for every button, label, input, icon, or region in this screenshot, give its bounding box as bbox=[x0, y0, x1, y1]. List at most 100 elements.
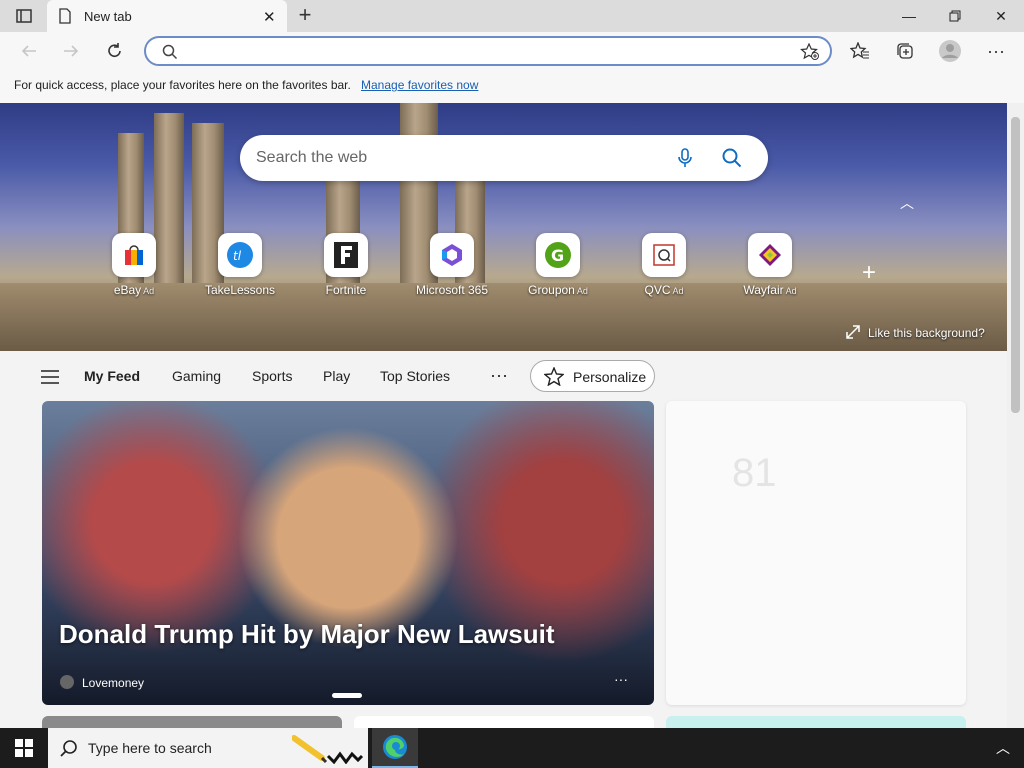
favorites-button[interactable] bbox=[845, 37, 875, 65]
personalize-button[interactable]: Personalize bbox=[530, 360, 655, 392]
svg-text:tl: tl bbox=[233, 249, 242, 263]
tab-sports[interactable]: Sports bbox=[252, 368, 292, 384]
close-window-button[interactable]: ✕ bbox=[978, 0, 1024, 32]
new-tab-button[interactable]: + bbox=[292, 4, 318, 28]
tab-top-stories[interactable]: Top Stories bbox=[380, 368, 450, 384]
close-tab-icon[interactable]: ✕ bbox=[263, 8, 276, 26]
like-background-button[interactable]: Like this background? bbox=[846, 325, 985, 340]
expand-icon bbox=[846, 325, 860, 339]
add-favorite-icon[interactable] bbox=[800, 43, 820, 61]
svg-text:G: G bbox=[551, 246, 564, 265]
start-button[interactable] bbox=[0, 728, 48, 768]
collections-button[interactable] bbox=[890, 37, 920, 65]
feed-navigation: My Feed Gaming Sports Play Top Stories ·… bbox=[0, 351, 1007, 401]
quick-link-microsoft-365[interactable]: Microsoft 365 bbox=[407, 233, 497, 297]
article-card[interactable] bbox=[666, 716, 966, 728]
tab-gaming[interactable]: Gaming bbox=[172, 368, 221, 384]
fortnite-icon bbox=[334, 242, 358, 268]
back-button[interactable] bbox=[14, 37, 44, 65]
tab-actions-icon bbox=[16, 9, 32, 23]
collections-icon bbox=[897, 43, 913, 59]
web-search-box[interactable] bbox=[240, 135, 768, 181]
windows-logo-icon bbox=[15, 739, 33, 757]
search-icon bbox=[60, 740, 77, 757]
page-scrollbar[interactable] bbox=[1007, 103, 1024, 728]
taskbar-search-box[interactable] bbox=[48, 728, 368, 768]
address-toolbar: ··· bbox=[0, 32, 1024, 70]
quick-link-ebay[interactable]: eBay Ad bbox=[89, 233, 179, 297]
add-site-icon[interactable]: + bbox=[862, 259, 876, 287]
tab-my-feed[interactable]: My Feed bbox=[84, 368, 140, 384]
show-hidden-icons-icon[interactable]: ︿ bbox=[996, 738, 1010, 758]
quick-link-qvc[interactable]: QVC Ad bbox=[619, 233, 709, 297]
settings-more-button[interactable]: ··· bbox=[981, 37, 1011, 65]
quick-link-label: QVC bbox=[644, 283, 671, 297]
quick-link-label: Fortnite bbox=[325, 283, 367, 297]
microphone-icon[interactable] bbox=[678, 148, 692, 168]
personalize-label: Personalize bbox=[573, 369, 647, 385]
quick-link-takelessons[interactable]: tl TakeLessons bbox=[195, 233, 285, 297]
personalize-star-icon bbox=[544, 367, 564, 386]
quick-link-label: Microsoft 365 bbox=[415, 283, 489, 297]
tab-new-tab[interactable]: New tab ✕ bbox=[47, 0, 287, 32]
web-search-input[interactable] bbox=[256, 148, 656, 168]
profile-button[interactable] bbox=[935, 37, 965, 65]
favorites-bar: For quick access, place your favorites h… bbox=[0, 70, 1024, 103]
restore-icon bbox=[949, 10, 961, 22]
search-highlight-doodle-icon bbox=[292, 735, 364, 764]
address-input[interactable] bbox=[186, 42, 786, 62]
takelessons-icon: tl bbox=[227, 242, 253, 268]
ad-badge: Ad bbox=[785, 286, 797, 296]
back-arrow-icon bbox=[21, 45, 36, 57]
more-tabs-icon[interactable]: ··· bbox=[490, 365, 508, 386]
minimize-button[interactable]: — bbox=[886, 0, 932, 32]
microsoft-365-icon bbox=[442, 244, 462, 266]
menu-icon[interactable] bbox=[41, 370, 59, 384]
article-more-icon[interactable]: ··· bbox=[614, 671, 628, 687]
weather-temperature: 81 bbox=[732, 451, 777, 495]
quick-link-wayfair[interactable]: Wayfair Ad bbox=[725, 233, 815, 297]
edge-icon bbox=[383, 735, 407, 759]
article-headline[interactable]: Donald Trump Hit by Major New Lawsuit bbox=[59, 619, 555, 650]
refresh-button[interactable] bbox=[100, 37, 130, 65]
qvc-icon bbox=[653, 244, 675, 266]
source-logo bbox=[60, 675, 74, 689]
tab-play[interactable]: Play bbox=[323, 368, 350, 384]
manage-favorites-link[interactable]: Manage favorites now bbox=[361, 78, 478, 92]
address-bar[interactable] bbox=[144, 36, 832, 66]
carousel-indicator[interactable] bbox=[332, 693, 362, 698]
tab-actions-button[interactable] bbox=[10, 6, 38, 26]
weather-card[interactable]: 81 bbox=[666, 401, 966, 705]
ebay-bag-icon bbox=[125, 245, 143, 265]
forward-button[interactable] bbox=[56, 37, 86, 65]
taskbar-edge-button[interactable] bbox=[372, 728, 418, 768]
scrollbar-thumb[interactable] bbox=[1011, 117, 1020, 413]
quick-link-groupon[interactable]: G Groupon Ad bbox=[513, 233, 603, 297]
collapse-quick-links-icon[interactable]: ︿ bbox=[900, 193, 914, 213]
forward-arrow-icon bbox=[64, 45, 79, 57]
featured-article-card[interactable]: Donald Trump Hit by Major New Lawsuit Lo… bbox=[42, 401, 654, 705]
ad-badge: Ad bbox=[143, 286, 155, 296]
article-card[interactable] bbox=[42, 716, 342, 728]
wayfair-icon bbox=[759, 244, 781, 266]
ad-badge: Ad bbox=[576, 286, 588, 296]
avatar-icon bbox=[939, 40, 961, 62]
page-icon bbox=[59, 8, 71, 24]
taskbar: ︿ bbox=[0, 728, 1024, 768]
quick-link-label: TakeLessons bbox=[204, 283, 276, 297]
groupon-icon: G bbox=[545, 242, 571, 268]
article-source: Lovemoney bbox=[82, 676, 145, 690]
favorites-icon bbox=[850, 42, 869, 59]
taskbar-search-input[interactable] bbox=[88, 738, 288, 758]
quick-link-label: Wayfair bbox=[743, 283, 784, 297]
restore-button[interactable] bbox=[932, 0, 978, 32]
ad-badge: Ad bbox=[672, 286, 684, 296]
quick-link-label: Groupon bbox=[528, 283, 575, 297]
search-icon[interactable] bbox=[722, 148, 742, 168]
quick-link-label: eBay bbox=[113, 283, 142, 297]
quick-link-fortnite[interactable]: Fortnite bbox=[301, 233, 391, 297]
favorites-message: For quick access, place your favorites h… bbox=[14, 78, 351, 92]
article-card[interactable] bbox=[354, 716, 654, 728]
tab-title: New tab bbox=[84, 9, 132, 24]
title-bar: New tab ✕ + — ✕ bbox=[0, 0, 1024, 32]
